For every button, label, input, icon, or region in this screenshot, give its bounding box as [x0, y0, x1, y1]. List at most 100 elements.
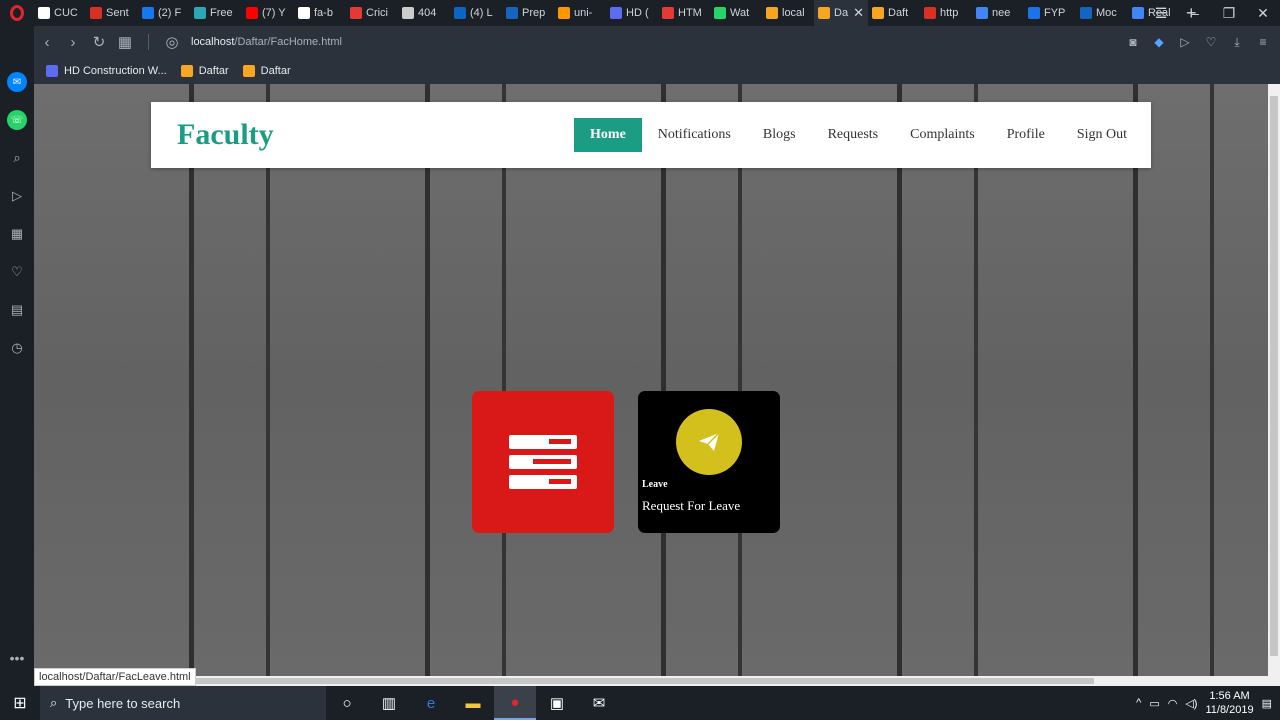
site-brand[interactable]: Faculty — [177, 118, 274, 152]
whatsapp-icon[interactable]: ☏ — [7, 110, 27, 130]
url-path: /Daftar/FacHome.html — [234, 36, 343, 48]
minimize-icon[interactable]: – — [1178, 5, 1212, 21]
browser-tab[interactable]: FYP — [1024, 0, 1076, 26]
tab-label: nee — [992, 7, 1011, 19]
tab-favicon-icon — [872, 7, 884, 19]
tab-label: HD ( — [626, 7, 649, 19]
adblock-icon[interactable]: ◆ — [1150, 35, 1168, 50]
browser-tab[interactable]: (4) L — [450, 0, 502, 26]
browser-tab[interactable]: nee — [972, 0, 1024, 26]
bookmark-item[interactable]: HD Construction W... — [46, 65, 167, 77]
restore-icon[interactable]: ❐ — [1212, 5, 1246, 22]
close-tab-icon[interactable]: ✕ — [853, 5, 864, 21]
windows-start-icon[interactable]: ⊞ — [0, 693, 40, 713]
download-icon[interactable]: ⤓ — [1228, 35, 1246, 50]
browser-tab[interactable]: (7) Y — [242, 0, 294, 26]
speed-dial-icon[interactable]: ▦ — [7, 224, 27, 244]
browser-tab[interactable]: CUC — [34, 0, 86, 26]
back-icon[interactable]: ‹ — [34, 34, 60, 51]
browser-tab[interactable]: Daft — [868, 0, 920, 26]
tab-bar: CUC Sent (2) F Free (7) Y fa-b Crici 404 (4) L Pr… — [0, 0, 1280, 26]
nav-profile[interactable]: Profile — [991, 118, 1061, 152]
easy-setup-icon[interactable]: ≡ — [1254, 35, 1272, 50]
url-field[interactable]: localhost/Daftar/FacHome.html — [191, 36, 342, 48]
browser-tab[interactable]: uni- — [554, 0, 606, 26]
more-icon[interactable]: ••• — [10, 650, 25, 666]
address-actions: ◙ ◆ ▷ ♡ ⤓ ≡ — [1124, 35, 1272, 50]
taskbar-search[interactable]: ⌕ Type here to search — [40, 686, 326, 720]
browser-tab[interactable]: Wat — [710, 0, 762, 26]
file-explorer-icon[interactable]: ▬ — [452, 686, 494, 720]
heart-icon[interactable]: ♡ — [1202, 35, 1220, 50]
tab-strip: CUC Sent (2) F Free (7) Y fa-b Crici 404 (4) L Pr… — [34, 0, 1180, 26]
tab-favicon-icon — [976, 7, 988, 19]
volume-icon[interactable]: ◁) — [1185, 697, 1197, 710]
edge-icon[interactable]: e — [410, 686, 452, 720]
browser-tab[interactable]: Moc — [1076, 0, 1128, 26]
opera-menu-icon[interactable] — [0, 0, 34, 26]
form-card[interactable] — [472, 391, 614, 533]
browser-tab[interactable]: Free — [190, 0, 242, 26]
tab-label: Crici — [366, 7, 388, 19]
close-window-icon[interactable]: ✕ — [1246, 5, 1280, 22]
nav-notifications[interactable]: Notifications — [642, 118, 747, 152]
messenger-icon[interactable]: ✉ — [7, 72, 27, 92]
browser-tab[interactable]: local — [762, 0, 814, 26]
bookmarks-bar: HD Construction W... Daftar Daftar — [34, 58, 1280, 84]
browser-tab[interactable]: Sent — [86, 0, 138, 26]
reload-icon[interactable]: ↻ — [86, 33, 112, 51]
history-icon[interactable]: ◷ — [7, 338, 27, 358]
send-icon[interactable]: ▷ — [1176, 35, 1194, 50]
tab-favicon-icon — [766, 7, 778, 19]
nav-blogs[interactable]: Blogs — [747, 118, 812, 152]
nav-sign-out[interactable]: Sign Out — [1061, 118, 1143, 152]
opera-taskbar-icon[interactable]: ● — [494, 686, 536, 720]
browser-tab[interactable]: HTM — [658, 0, 710, 26]
tab-favicon-icon — [506, 7, 518, 19]
mail-icon[interactable]: ✉ — [578, 686, 620, 720]
cortana-icon[interactable]: ○ — [326, 686, 368, 720]
nav-requests[interactable]: Requests — [812, 118, 895, 152]
wifi-icon[interactable]: ◠ — [1168, 697, 1178, 710]
send-flow-icon[interactable]: ▷ — [7, 186, 27, 206]
bookmark-label: Daftar — [198, 65, 229, 77]
tab-favicon-icon — [924, 7, 936, 19]
bookmark-label: HD Construction W... — [64, 65, 167, 77]
horizontal-scrollbar[interactable] — [34, 676, 1280, 686]
search-icon[interactable]: ⌕ — [7, 148, 27, 168]
divider — [148, 34, 149, 50]
tab-favicon-icon — [1132, 7, 1144, 19]
browser-tab[interactable]: Crici — [346, 0, 398, 26]
leave-card[interactable]: Leave Request For Leave — [638, 391, 780, 533]
browser-tab[interactable]: Prep — [502, 0, 554, 26]
browser-tab[interactable]: HD ( — [606, 0, 658, 26]
tabs-overview-icon[interactable]: ▦ — [112, 33, 138, 51]
browser-tab[interactable]: fa-b — [294, 0, 346, 26]
camera-icon[interactable]: ◙ — [1124, 35, 1142, 50]
browser-tab[interactable]: (2) F — [138, 0, 190, 26]
battery-icon[interactable]: ▭ — [1149, 697, 1159, 710]
browser-tab[interactable]: http — [920, 0, 972, 26]
clock[interactable]: 1:56 AM 11/8/2019 — [1205, 689, 1253, 717]
bookmark-item[interactable]: Daftar — [180, 65, 229, 77]
tab-menu-icon[interactable]: ☰ — [1144, 5, 1178, 22]
notifications-icon[interactable]: ▤ — [1262, 697, 1272, 710]
system-tray: ^ ▭ ◠ ◁) 1:56 AM 11/8/2019 ▤ — [1136, 689, 1272, 717]
news-icon[interactable]: ▤ — [7, 300, 27, 320]
store-icon[interactable]: ▣ — [536, 686, 578, 720]
clock-time: 1:56 AM — [1209, 690, 1250, 702]
nav-home[interactable]: Home — [574, 118, 642, 152]
bookmark-item[interactable]: Daftar — [242, 65, 291, 77]
forward-icon[interactable]: › — [60, 34, 86, 51]
browser-sidebar: ✉ ☏ ⌕ ▷ ▦ ♡ ▤ ◷ ••• — [0, 26, 34, 686]
browser-tab[interactable]: 404 — [398, 0, 450, 26]
chevron-up-icon[interactable]: ^ — [1136, 697, 1141, 709]
vertical-scrollbar[interactable] — [1268, 84, 1280, 676]
browser-tab[interactable]: Da ✕ — [814, 0, 868, 26]
tab-favicon-icon — [662, 7, 674, 19]
bookmarks-icon[interactable]: ♡ — [7, 262, 27, 282]
tab-label: (2) F — [158, 7, 182, 19]
nav-complaints[interactable]: Complaints — [894, 118, 991, 152]
task-view-icon[interactable]: ▥ — [368, 686, 410, 720]
tab-favicon-icon — [714, 7, 726, 19]
